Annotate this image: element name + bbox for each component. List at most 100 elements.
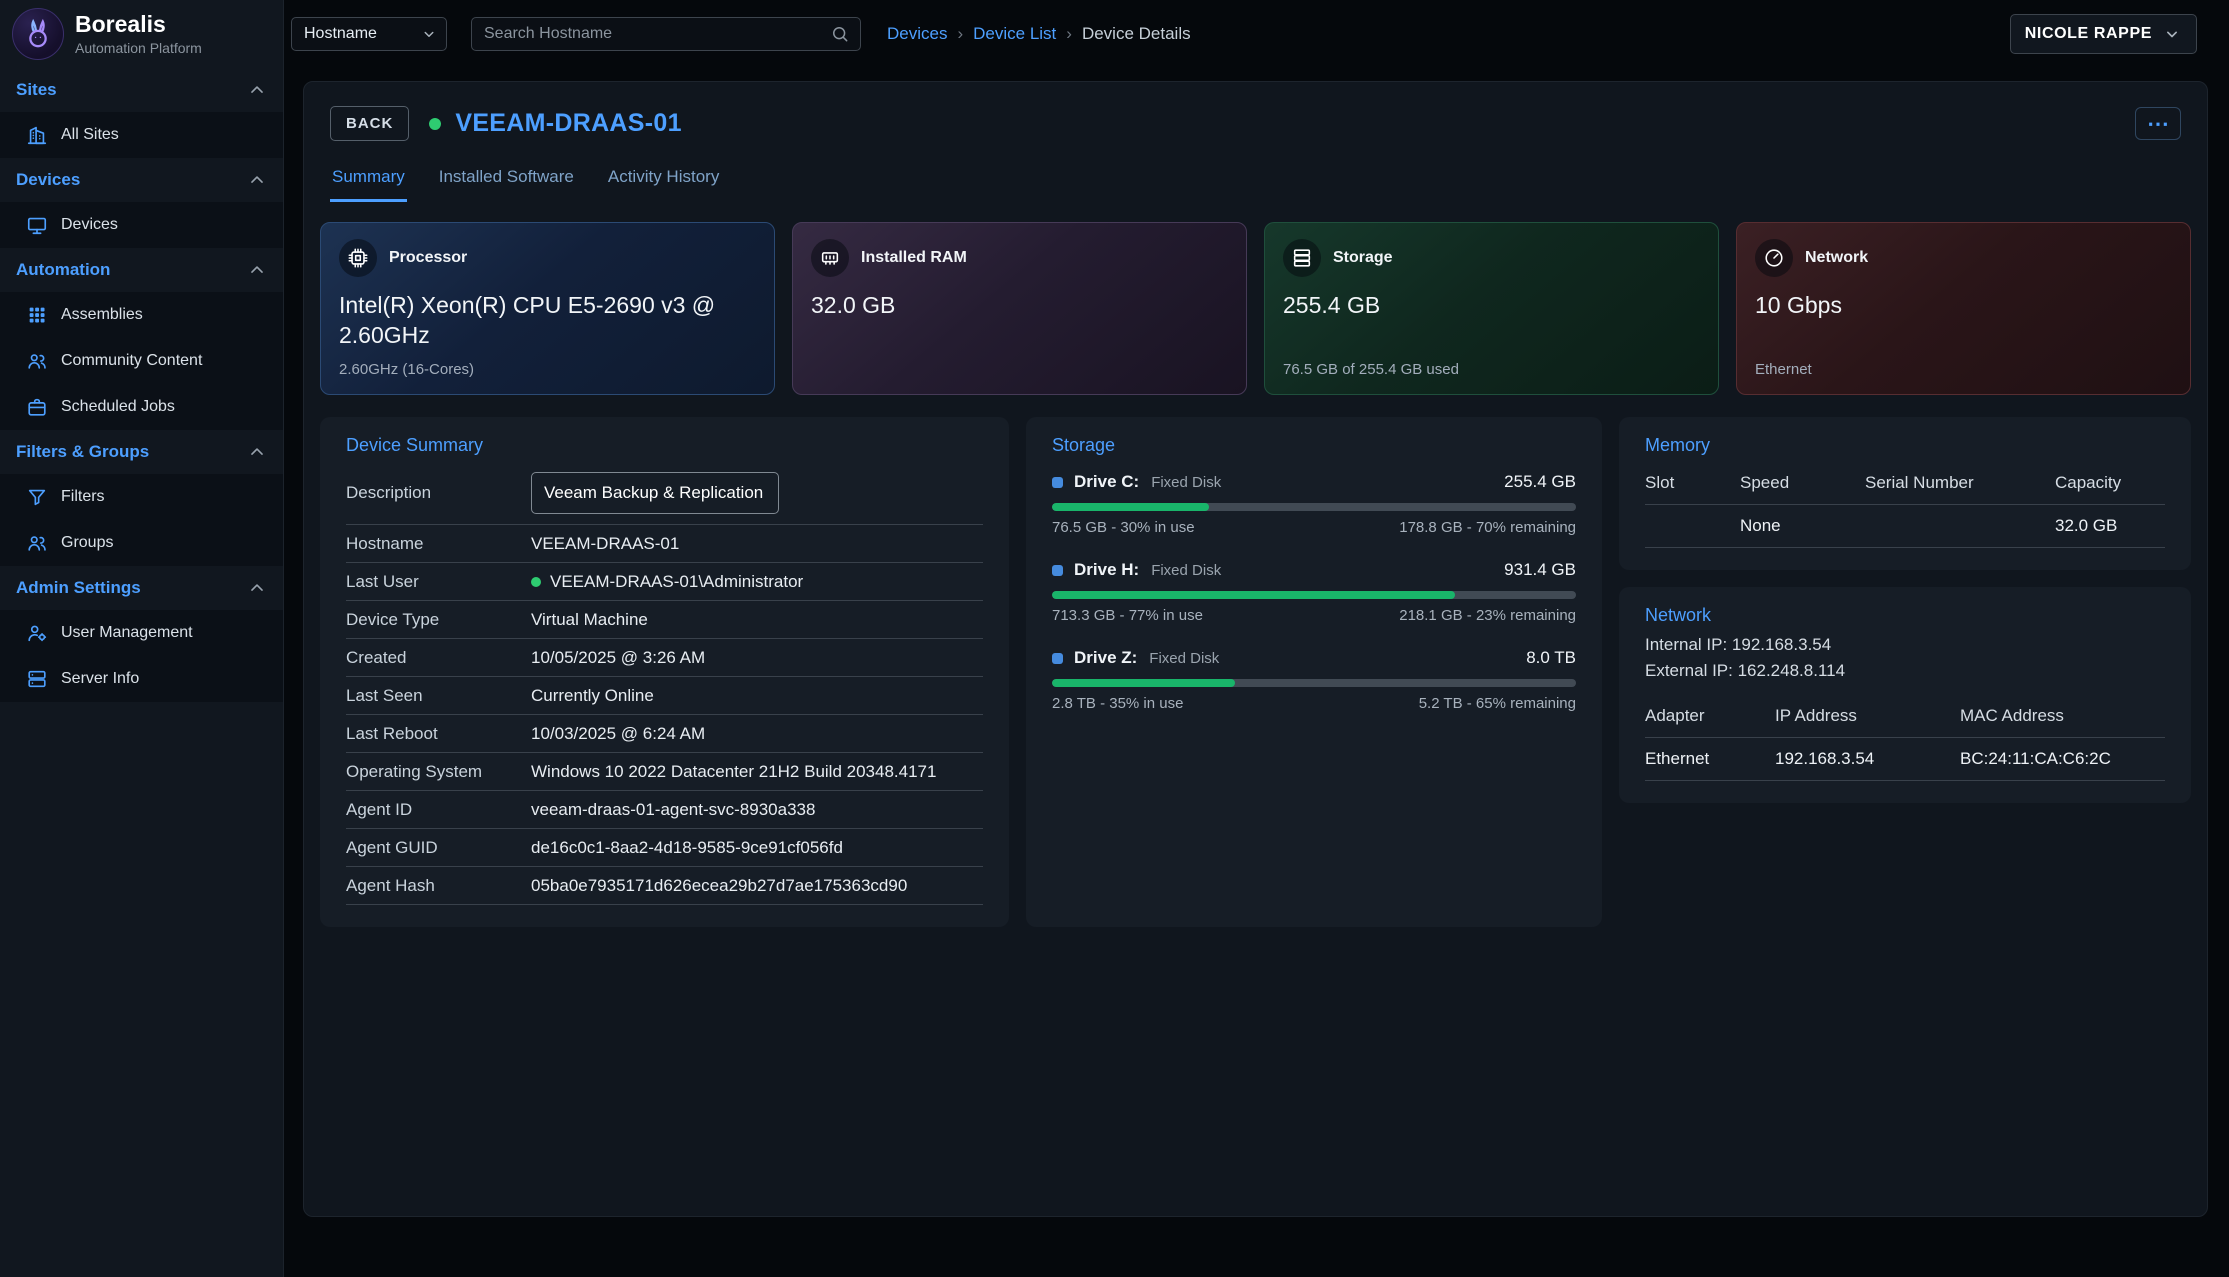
sidebar-item-label: Devices — [61, 216, 118, 234]
device-summary-panel: Device Summary Description Hostname VEEA… — [320, 417, 1009, 927]
stat-label: Storage — [1333, 249, 1393, 267]
stat-footer: 76.5 GB of 255.4 GB used — [1283, 361, 1700, 378]
breadcrumb-device-details: Device Details — [1082, 24, 1191, 44]
briefcase-icon — [26, 396, 48, 418]
stat-card-storage: Storage 255.4 GB 76.5 GB of 255.4 GB use… — [1264, 222, 1719, 395]
sidebar-section-sites[interactable]: Sites — [0, 68, 283, 112]
tab-summary[interactable]: Summary — [330, 161, 407, 202]
network-table: Adapter IP Address MAC Address Ethernet … — [1645, 695, 2165, 781]
main-column: Hostname Devices › Device List › Device … — [284, 0, 2229, 1277]
drive-bullet-icon — [1052, 477, 1063, 488]
summary-row-operating-system: Operating System Windows 10 2022 Datacen… — [346, 753, 983, 791]
monitor-icon — [26, 214, 48, 236]
chevron-up-icon — [247, 80, 267, 100]
drive-bullet-icon — [1052, 565, 1063, 576]
buildings-icon — [26, 124, 48, 146]
internal-ip: Internal IP: 192.168.3.54 — [1645, 632, 2165, 658]
sidebar-item-all-sites[interactable]: All Sites — [0, 112, 283, 158]
sidebar-item-server-info[interactable]: Server Info — [0, 656, 283, 702]
breadcrumb-device-list[interactable]: Device List — [973, 24, 1056, 44]
chevron-down-icon — [2162, 24, 2182, 44]
online-dot — [531, 577, 541, 587]
stat-value: 255.4 GB — [1283, 290, 1700, 320]
summary-row-last-seen: Last Seen Currently Online — [346, 677, 983, 715]
description-input[interactable] — [531, 472, 779, 514]
sidebar-item-label: Scheduled Jobs — [61, 398, 175, 416]
summary-row-device-type: Device Type Virtual Machine — [346, 601, 983, 639]
chevron-down-icon — [420, 25, 438, 43]
filter-icon — [26, 486, 48, 508]
page-title: VEEAM-DRAAS-01 — [455, 109, 681, 138]
summary-row-description: Description — [346, 462, 983, 525]
brand-logo-rabbit-icon[interactable] — [12, 8, 64, 60]
user-menu-button[interactable]: NICOLE RAPPE — [2010, 14, 2197, 54]
user-gear-icon — [26, 622, 48, 644]
sidebar-item-devices[interactable]: Devices — [0, 202, 283, 248]
stat-label: Processor — [389, 249, 467, 267]
hostname-filter-select[interactable]: Hostname — [291, 17, 447, 51]
section-label: Filters & Groups — [16, 442, 149, 462]
drive-usage-bar — [1052, 591, 1576, 599]
breadcrumb-separator: › — [1066, 24, 1072, 44]
panel-title: Device Summary — [346, 435, 983, 456]
drive-usage-fill — [1052, 679, 1235, 687]
sidebar-section-filters-groups[interactable]: Filters & Groups — [0, 430, 283, 474]
brand: Borealis Automation Platform — [0, 0, 283, 68]
topbar: Hostname Devices › Device List › Device … — [284, 0, 2229, 68]
section-label: Admin Settings — [16, 578, 141, 598]
stat-card-processor: Processor Intel(R) Xeon(R) CPU E5-2690 v… — [320, 222, 775, 395]
summary-row-last-reboot: Last Reboot 10/03/2025 @ 6:24 AM — [346, 715, 983, 753]
people-icon — [26, 350, 48, 372]
tab-installed-software[interactable]: Installed Software — [437, 161, 576, 202]
brand-subtitle: Automation Platform — [75, 40, 202, 56]
chevron-up-icon — [247, 170, 267, 190]
tab-activity-history[interactable]: Activity History — [606, 161, 721, 202]
sidebar-section-admin-settings[interactable]: Admin Settings — [0, 566, 283, 610]
summary-row-created: Created 10/05/2025 @ 3:26 AM — [346, 639, 983, 677]
stat-label: Network — [1805, 249, 1868, 267]
grid-icon — [26, 304, 48, 326]
sidebar-item-filters[interactable]: Filters — [0, 474, 283, 520]
brand-name: Borealis — [75, 12, 202, 37]
sidebar-item-label: All Sites — [61, 126, 119, 144]
search-input[interactable] — [484, 25, 830, 43]
section-label: Automation — [16, 260, 110, 280]
sidebar-section-automation[interactable]: Automation — [0, 248, 283, 292]
stat-value: 10 Gbps — [1755, 290, 2172, 320]
breadcrumb-devices[interactable]: Devices — [887, 24, 947, 44]
stat-value: Intel(R) Xeon(R) CPU E5-2690 v3 @ 2.60GH… — [339, 290, 756, 351]
sidebar-section-devices[interactable]: Devices — [0, 158, 283, 202]
stat-card-network: Network 10 Gbps Ethernet — [1736, 222, 2191, 395]
sidebar: Borealis Automation Platform Sites All S… — [0, 0, 284, 1277]
cpu-icon — [339, 239, 377, 277]
right-panel-column: Memory Slot Speed Serial Number Capacity… — [1619, 417, 2191, 927]
sidebar-item-community-content[interactable]: Community Content — [0, 338, 283, 384]
sidebar-item-label: Filters — [61, 488, 105, 506]
network-gauge-icon — [1755, 239, 1793, 277]
sidebar-item-groups[interactable]: Groups — [0, 520, 283, 566]
drive-usage-bar — [1052, 503, 1576, 511]
section-label: Sites — [16, 80, 57, 100]
sidebar-item-user-management[interactable]: User Management — [0, 610, 283, 656]
sidebar-item-scheduled-jobs[interactable]: Scheduled Jobs — [0, 384, 283, 430]
network-panel: Network Internal IP: 192.168.3.54 Extern… — [1619, 587, 2191, 803]
breadcrumb: Devices › Device List › Device Details — [887, 24, 1191, 44]
more-options-button[interactable]: ⋯ — [2135, 107, 2181, 140]
summary-row-agent-id: Agent ID veeam-draas-01-agent-svc-8930a3… — [346, 791, 983, 829]
drive-row-h: Drive H: Fixed Disk 931.4 GB 713.3 GB - … — [1052, 560, 1576, 624]
server-icon — [26, 668, 48, 690]
chevron-up-icon — [247, 442, 267, 462]
search-icon[interactable] — [830, 24, 850, 44]
drive-bullet-icon — [1052, 653, 1063, 664]
back-button[interactable]: BACK — [330, 106, 409, 141]
summary-row-last-user: Last User VEEAM-DRAAS-01\Administrator — [346, 563, 983, 601]
panel-title: Memory — [1645, 435, 2165, 456]
stat-label: Installed RAM — [861, 249, 967, 267]
sidebar-item-label: Community Content — [61, 352, 202, 370]
stat-footer: 2.60GHz (16-Cores) — [339, 361, 756, 378]
sidebar-item-assemblies[interactable]: Assemblies — [0, 292, 283, 338]
drive-row-c: Drive C: Fixed Disk 255.4 GB 76.5 GB - 3… — [1052, 472, 1576, 536]
panel-title: Network — [1645, 605, 2165, 626]
sidebar-item-label: User Management — [61, 624, 193, 642]
brand-text: Borealis Automation Platform — [75, 12, 202, 55]
